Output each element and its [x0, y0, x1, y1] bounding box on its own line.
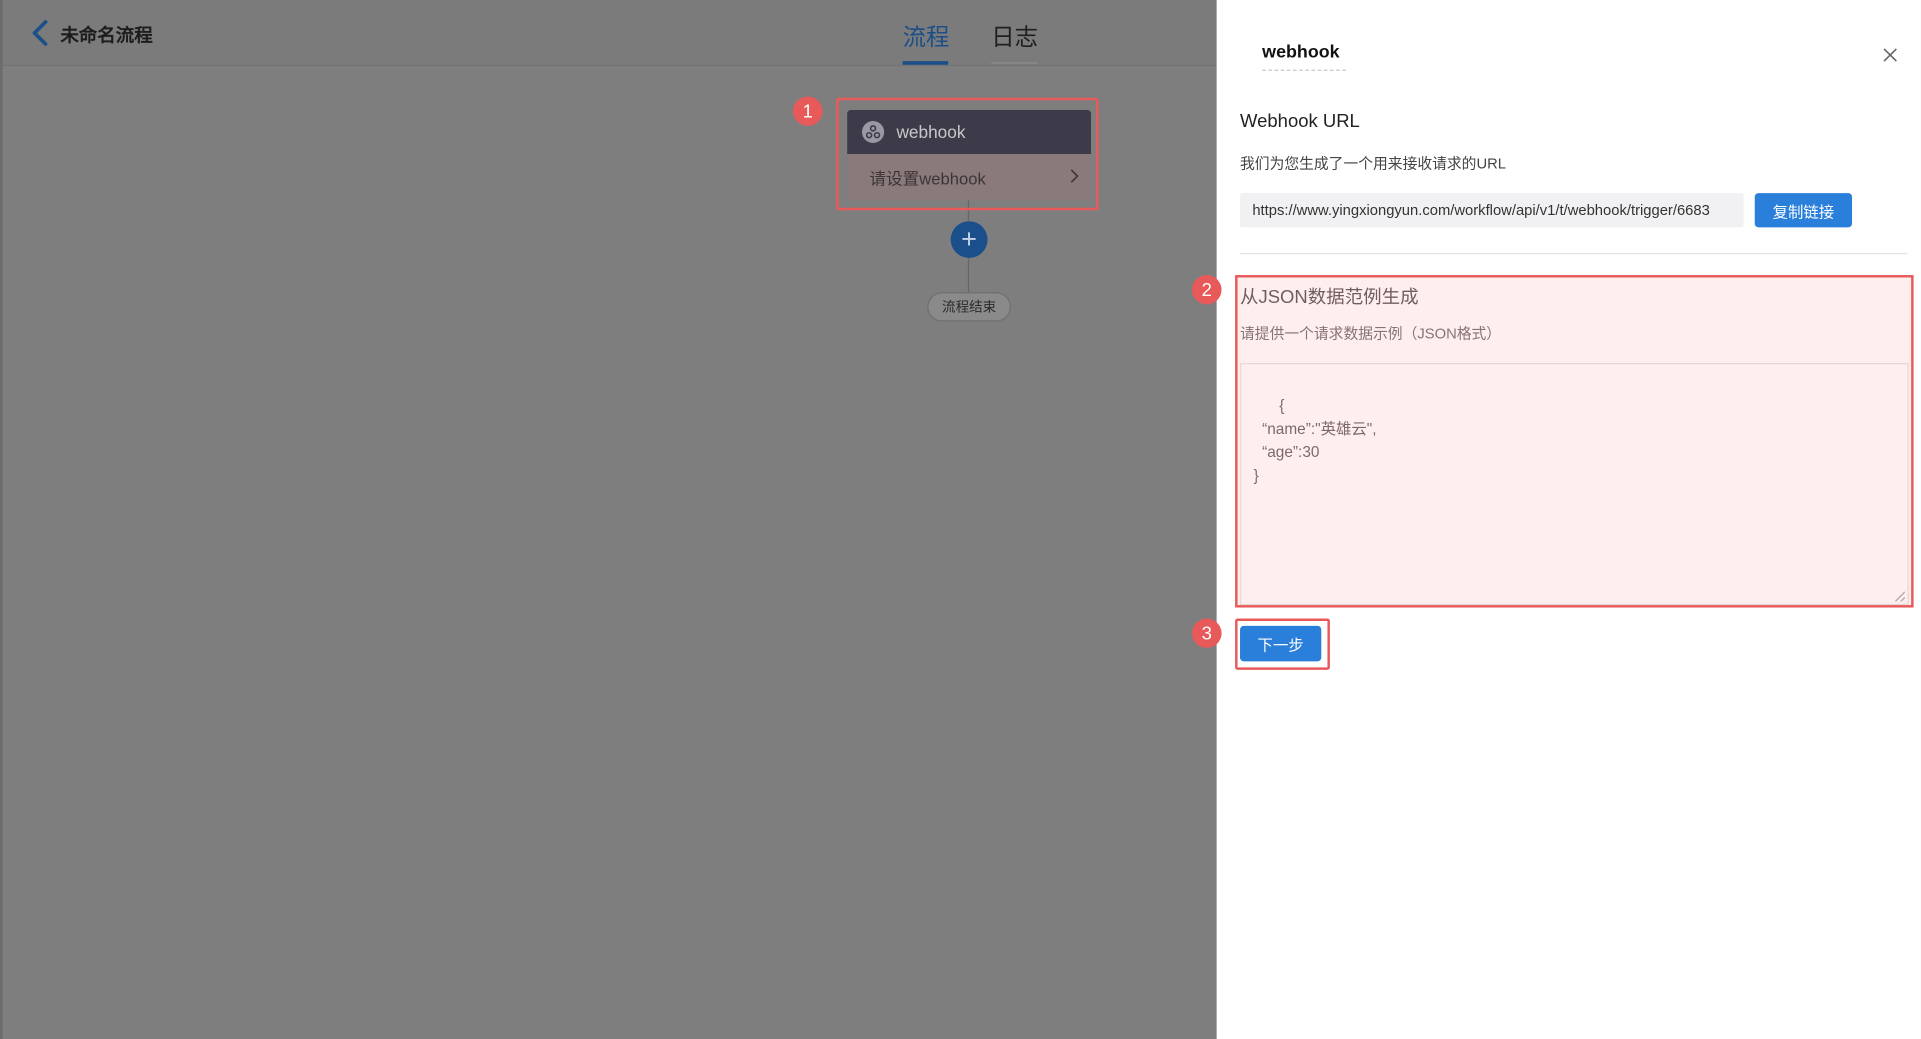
panel-title[interactable]: webhook	[1262, 43, 1346, 71]
back-arrow-icon[interactable]	[30, 17, 52, 49]
stage: 未命名流程 流程 日志 webhook 请设置webhook + 流程结束 1 …	[0, 0, 1921, 1039]
copy-link-button[interactable]: 复制链接	[1754, 193, 1853, 228]
connector-line	[967, 257, 970, 293]
webhook-url-description: 我们为您生成了一个用来接收请求的URL	[1240, 155, 1507, 173]
webhook-url-heading: Webhook URL	[1240, 111, 1360, 133]
flow-title[interactable]: 未命名流程	[60, 22, 152, 48]
annotation-box-3	[1235, 618, 1330, 670]
webhook-url-field[interactable]: https://www.yingxiongyun.com/workflow/ap…	[1240, 193, 1744, 228]
add-step-button[interactable]: +	[950, 221, 988, 258]
tab-log[interactable]: 日志	[991, 20, 1038, 53]
annotation-badge-2: 2	[1191, 275, 1222, 305]
tab-flow[interactable]: 流程	[903, 20, 950, 53]
annotation-box-2	[1235, 275, 1914, 608]
annotation-badge-1: 1	[793, 96, 823, 126]
plus-icon: +	[961, 223, 978, 255]
section-divider	[1240, 253, 1908, 255]
annotation-box-1	[836, 97, 1099, 211]
tab-active-indicator	[902, 61, 949, 65]
close-icon[interactable]	[1882, 46, 1899, 63]
flow-end-label: 流程结束	[927, 292, 1011, 322]
annotation-badge-3: 3	[1191, 618, 1222, 648]
tab-divider	[991, 62, 1037, 64]
top-bar: 未命名流程 流程 日志	[2, 0, 1220, 67]
